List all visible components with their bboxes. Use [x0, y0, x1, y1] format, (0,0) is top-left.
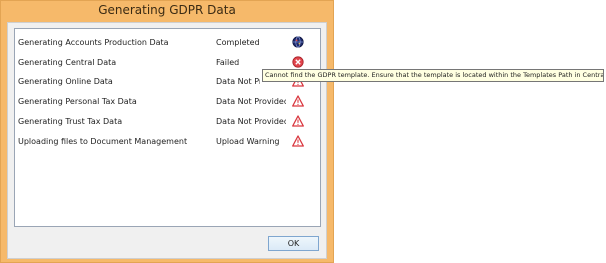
window-title: Generating GDPR Data [98, 3, 236, 17]
error-circle-icon[interactable] [292, 56, 304, 68]
status-label: Data Not Provided [216, 117, 286, 126]
warning-triangle-icon [292, 95, 304, 107]
task-label: Generating Accounts Production Data [18, 38, 169, 47]
warning-triangle-icon [292, 135, 304, 147]
task-label: Generating Online Data [18, 77, 113, 86]
list-item: Generating Central Data Failed [15, 54, 320, 70]
list-item: Uploading files to Document Management U… [15, 133, 320, 149]
status-label: Upload Warning [216, 137, 280, 146]
gdpr-dialog-window: Generating GDPR Data Generating Accounts… [0, 0, 334, 263]
completed-globe-icon [292, 36, 304, 48]
status-label: Failed [216, 58, 240, 67]
warning-triangle-icon [292, 115, 304, 127]
task-status-list: Generating Accounts Production Data Comp… [14, 28, 321, 227]
error-tooltip: Cannot find the GDPR template. Ensure th… [262, 69, 604, 82]
status-label: Data Not Provided [216, 97, 286, 106]
status-label: Data Not Provided [216, 77, 260, 86]
task-label: Generating Central Data [18, 58, 117, 67]
task-label: Generating Personal Tax Data [18, 97, 137, 106]
list-item: Generating Accounts Production Data Comp… [15, 34, 320, 50]
task-label: Generating Trust Tax Data [18, 117, 123, 126]
task-label: Uploading files to Document Management [18, 137, 188, 146]
title-bar[interactable]: Generating GDPR Data [1, 1, 333, 21]
dialog-client-area: Generating Accounts Production Data Comp… [7, 22, 327, 259]
ok-button[interactable]: OK [268, 236, 319, 251]
list-item: Generating Trust Tax Data Data Not Provi… [15, 113, 320, 129]
list-item: Generating Personal Tax Data Data Not Pr… [15, 93, 320, 109]
status-label: Completed [216, 38, 260, 47]
